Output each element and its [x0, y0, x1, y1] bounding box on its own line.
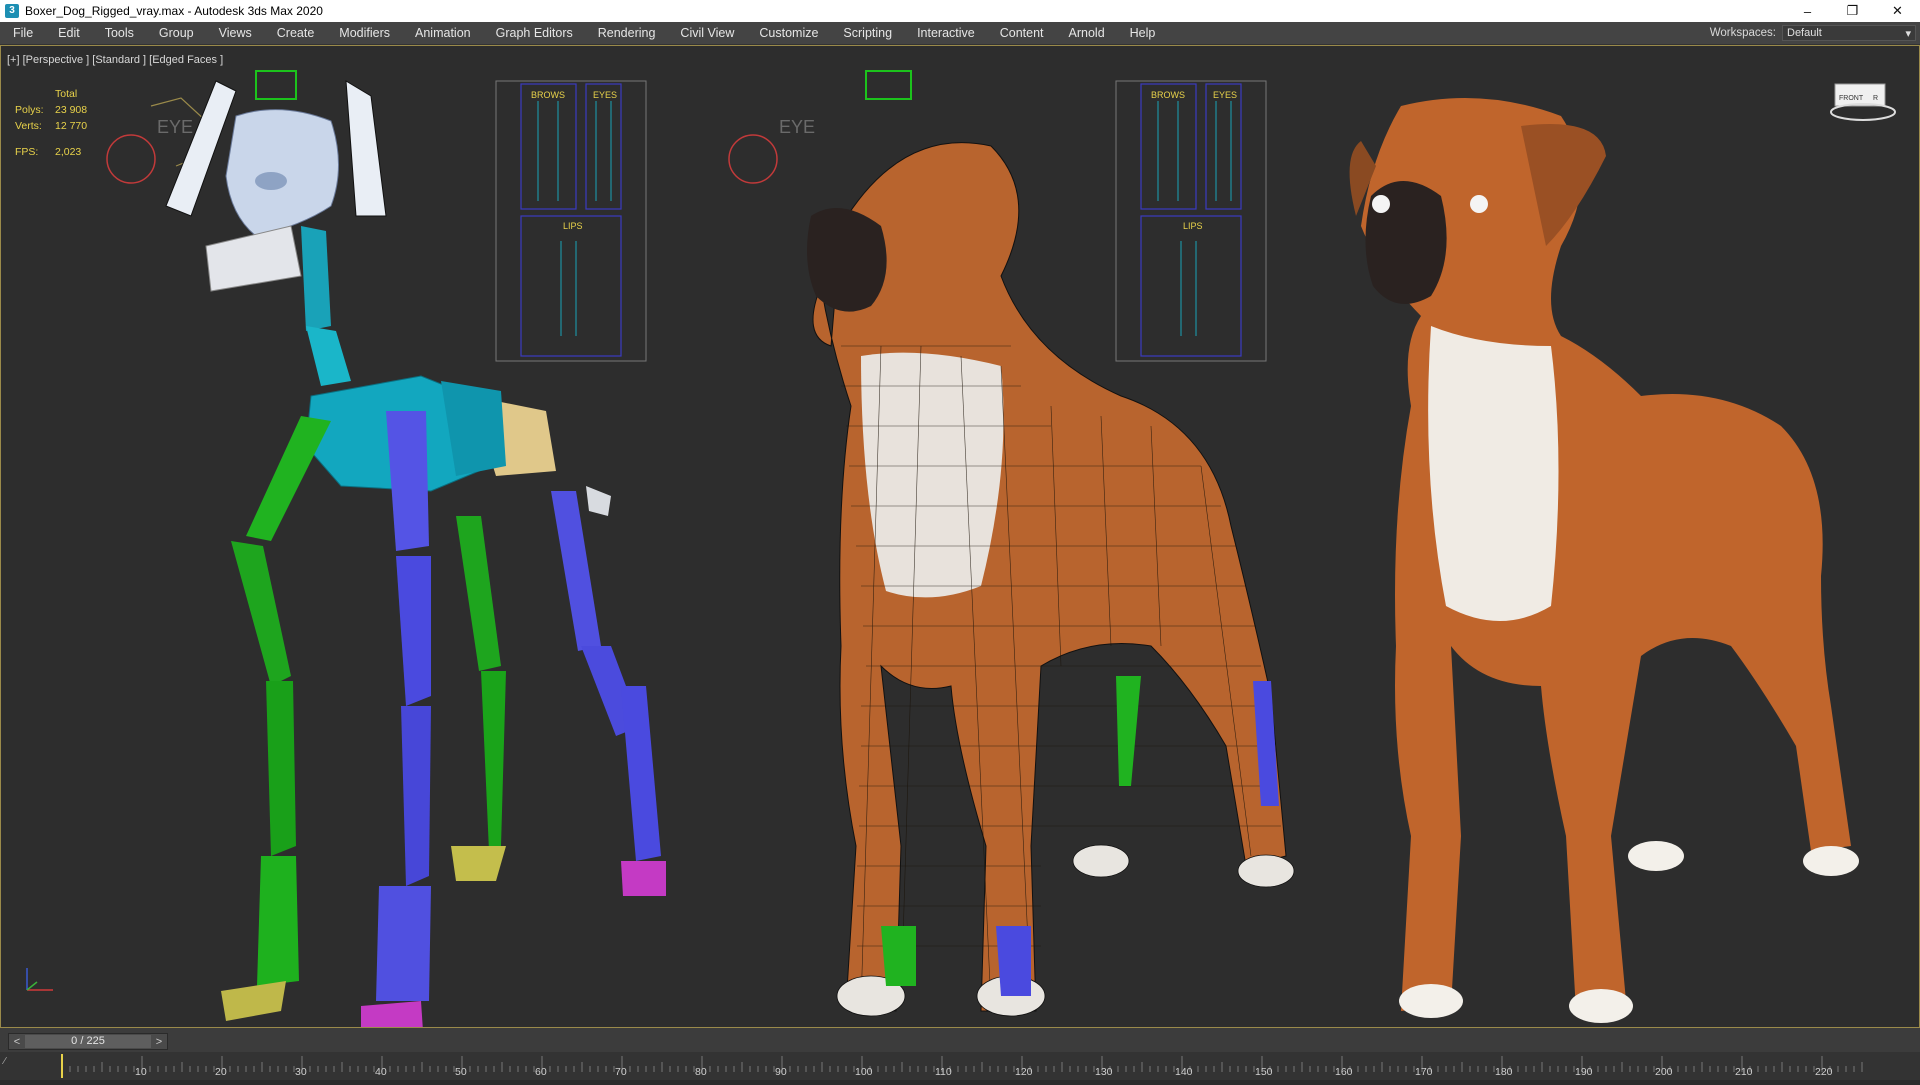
timeline-tick-label: 130	[1095, 1066, 1113, 1078]
menu-animation[interactable]: Animation	[402, 22, 483, 44]
viewcube-front-label: FRONT	[1839, 95, 1864, 102]
timeline-tick-label: 60	[535, 1066, 547, 1078]
time-slider[interactable]: < 0 / 225 >	[8, 1033, 168, 1050]
menu-views[interactable]: Views	[206, 22, 264, 44]
menu-modifiers[interactable]: Modifiers	[326, 22, 402, 44]
timeline-tick-label: 190	[1575, 1066, 1593, 1078]
chevron-down-icon: ▾	[1905, 27, 1911, 40]
workspaces-value: Default	[1787, 27, 1822, 39]
timeline-tick-label: 170	[1415, 1066, 1433, 1078]
timeline-tick-label: 70	[615, 1066, 627, 1078]
timeline-tick-label: 180	[1495, 1066, 1513, 1078]
app-icon: 3	[5, 4, 19, 18]
timeline-tick-label: 30	[295, 1066, 307, 1078]
face-control-panel-1[interactable]: BROWS EYES LIPS	[495, 80, 647, 362]
animation-area: < 0 / 225 > ∕ 10 20 30 40 50 60 70 80 90 100 110 12…	[0, 1028, 1920, 1080]
menu-bar: File Edit Tools Group Views Create Modif…	[0, 22, 1920, 45]
workspaces-label: Workspaces:	[1709, 27, 1776, 39]
rendered-dog-model[interactable]	[1349, 98, 1859, 1023]
timeline-tick-label: 150	[1255, 1066, 1273, 1078]
eyes-label-1: EYES	[593, 90, 617, 100]
timeline-tick-label: 100	[855, 1066, 873, 1078]
menu-group[interactable]: Group	[146, 22, 206, 44]
close-button[interactable]: ✕	[1875, 0, 1920, 22]
menu-content[interactable]: Content	[987, 22, 1056, 44]
timeline-tick-label: 80	[695, 1066, 707, 1078]
menu-help[interactable]: Help	[1117, 22, 1168, 44]
menu-file[interactable]: File	[0, 22, 45, 44]
eyes-label-2: EYES	[1213, 90, 1237, 100]
brows-label-2: BROWS	[1151, 90, 1185, 100]
menu-edit[interactable]: Edit	[45, 22, 92, 44]
timeline-tick-label: 210	[1735, 1066, 1753, 1078]
timeline-tick-label: 140	[1175, 1066, 1193, 1078]
wireframe-dog-model[interactable]: EYE	[728, 70, 1295, 1017]
axis-tripod	[19, 966, 59, 1001]
timeline-tick-label: 110	[935, 1066, 952, 1078]
timeline-tick-label: 20	[215, 1066, 227, 1078]
lips-label-1: LIPS	[563, 221, 583, 231]
menu-interactive[interactable]: Interactive	[904, 22, 987, 44]
minimize-button[interactable]: –	[1785, 0, 1830, 22]
menu-arnold[interactable]: Arnold	[1056, 22, 1117, 44]
timeline-tick-label: 50	[455, 1066, 467, 1078]
track-bar[interactable]: ∕	[0, 1052, 1920, 1080]
timeline-tick-label: 200	[1655, 1066, 1673, 1078]
restore-button[interactable]: ❐	[1830, 0, 1875, 22]
menu-customize[interactable]: Customize	[746, 22, 830, 44]
time-slider-thumb[interactable]: 0 / 225	[25, 1035, 151, 1048]
perspective-viewport[interactable]: [+] [Perspective ] [Standard ] [Edged Fa…	[0, 45, 1920, 1028]
viewcube[interactable]: FRONT R	[1829, 76, 1899, 151]
menu-tools[interactable]: Tools	[92, 22, 146, 44]
timeline-tick-label: 10	[135, 1066, 147, 1078]
next-frame-button[interactable]: >	[151, 1036, 167, 1048]
menu-create[interactable]: Create	[264, 22, 327, 44]
title-bar: 3 Boxer_Dog_Rigged_vray.max - Autodesk 3…	[0, 0, 1920, 22]
timeline-tick-label: 160	[1335, 1066, 1353, 1078]
scene-canvas[interactable]: EYE BROWS EYES LIPS EYE BROWS EYES LIPS	[1, 46, 1919, 1027]
lips-label-2: LIPS	[1183, 221, 1203, 231]
eye-control-label: EYE	[157, 117, 193, 137]
skeleton-rig[interactable]: EYE	[106, 70, 666, 1027]
window-title: Boxer_Dog_Rigged_vray.max - Autodesk 3ds…	[25, 4, 323, 18]
menu-rendering[interactable]: Rendering	[585, 22, 668, 44]
brows-label-1: BROWS	[531, 90, 565, 100]
track-ruler	[0, 1052, 1920, 1080]
timeline-tick-label: 120	[1015, 1066, 1033, 1078]
menu-graph-editors[interactable]: Graph Editors	[483, 22, 585, 44]
workspaces-dropdown[interactable]: Default ▾	[1782, 25, 1916, 41]
mini-curve-editor-icon[interactable]: ∕	[4, 1056, 54, 1076]
viewcube-side-label: R	[1873, 95, 1878, 102]
eye-control-label-2: EYE	[779, 117, 815, 137]
timeline-tick-label: 40	[375, 1066, 387, 1078]
face-control-panel-2[interactable]: BROWS EYES LIPS	[1115, 80, 1267, 362]
menu-scripting[interactable]: Scripting	[830, 22, 904, 44]
timeline-tick-label: 90	[775, 1066, 787, 1078]
timeline-tick-label: 220	[1815, 1066, 1833, 1078]
prev-frame-button[interactable]: <	[9, 1036, 25, 1048]
menu-civil-view[interactable]: Civil View	[667, 22, 746, 44]
